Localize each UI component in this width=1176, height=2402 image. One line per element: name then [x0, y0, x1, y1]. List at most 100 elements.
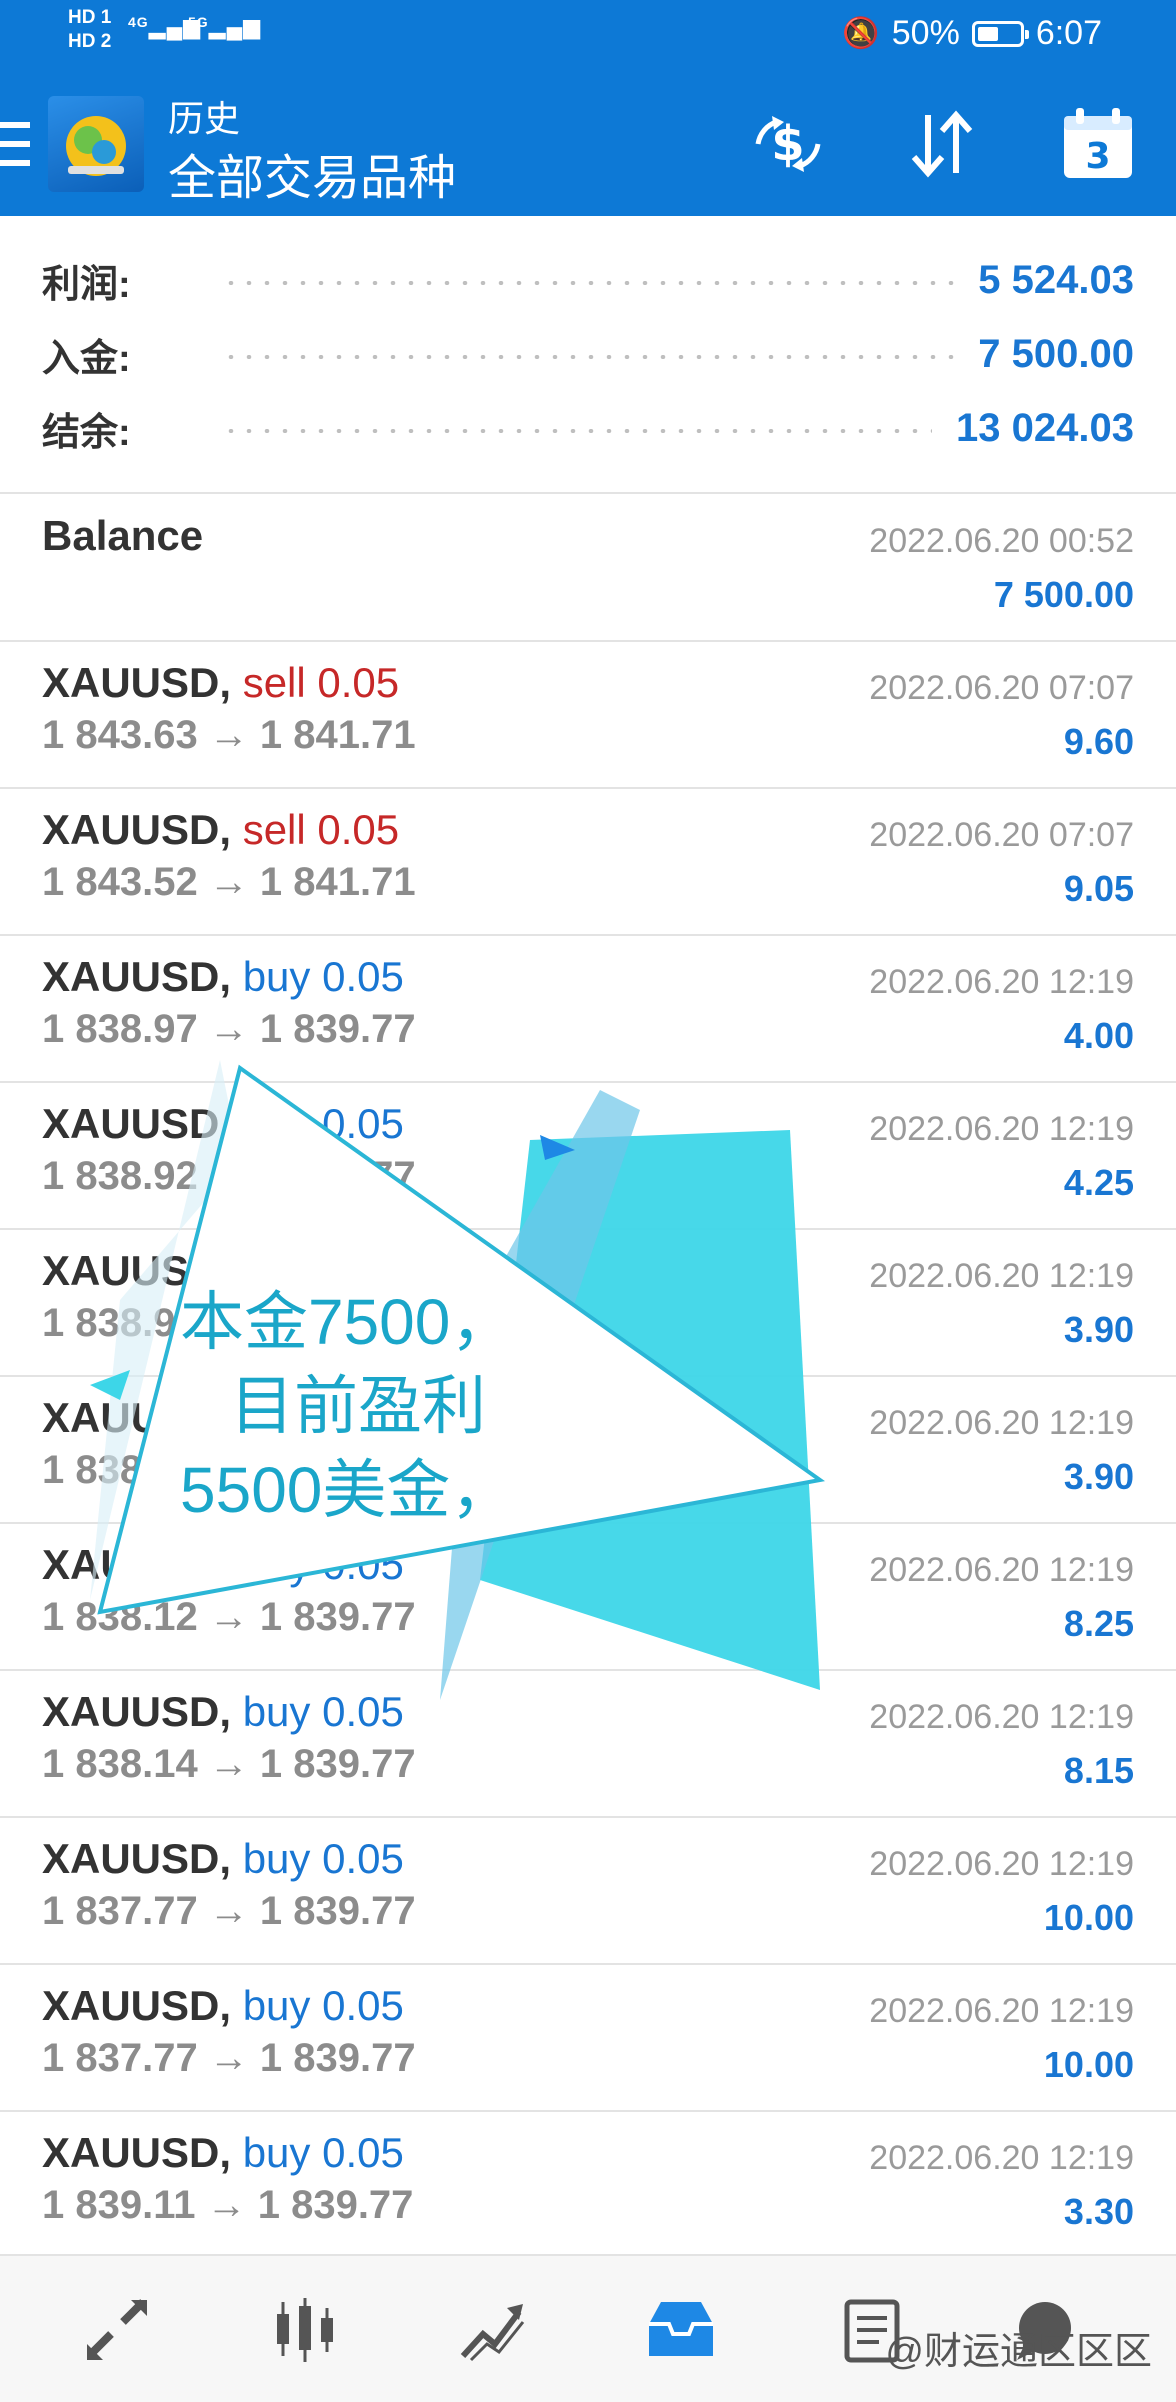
deal-volume: 0.05: [322, 1982, 404, 2029]
deal-symbol: XAUUSD,: [42, 1982, 232, 2029]
deal-row[interactable]: XAUUSD, sell 0.05 1 843.52 → 1 841.71 20…: [0, 788, 1176, 936]
history-icon[interactable]: [636, 2290, 726, 2370]
deal-symbol: XAUUSD,: [42, 1835, 232, 1882]
deal-title: XAUUSD, buy 0.05: [42, 1541, 404, 1589]
deal-side: buy: [242, 1100, 311, 1147]
deal-row[interactable]: XAUUSD, buy 0.05 1 837.77 → 1 839.77 202…: [0, 1817, 1176, 1965]
deal-profit: 10.00: [1043, 2044, 1134, 2085]
deal-symbol: XAUUSD,: [42, 1688, 232, 1735]
chart-icon[interactable]: [260, 2290, 350, 2370]
deal-date: 2022.06.20 12:19: [869, 1404, 1134, 1442]
deal-profit: 9.05: [1063, 868, 1134, 909]
deal-title: XAUUSD, buy 0.05: [42, 953, 404, 1001]
deal-title: XAUUSD, buy 0.05: [42, 1100, 404, 1148]
trade-icon[interactable]: [448, 2290, 538, 2370]
deal-volume: 0.05: [322, 2129, 404, 2176]
promo-line-2: 目前盈利: [230, 1370, 486, 1442]
deal-side: sell: [242, 806, 306, 853]
balance-value: 13 024.03: [956, 405, 1134, 450]
deal-side: buy: [242, 1688, 311, 1735]
deal-row[interactable]: XAUUSD, buy 0.05 1 838.97 → 1 839.77 202…: [0, 935, 1176, 1083]
deal-prices: 1 838.12 → 1 839.77: [42, 1595, 416, 1639]
calendar-icon[interactable]: 3: [1050, 102, 1146, 186]
dots-divider: [222, 281, 955, 285]
deal-prices: 1 838.14 → 1 839.77: [42, 1742, 416, 1786]
deal-prices: 1 838.92 → 1 839.77: [42, 1154, 416, 1198]
promo-line-1: 本金7500，: [180, 1286, 515, 1358]
deal-date: 2022.06.20 00:52: [869, 522, 1134, 560]
status-bar: HD 1 HD 2 4G▂▄▆ 5G▂▄▆ 🔕 50% 6:07: [0, 0, 1176, 72]
deal-side: buy: [242, 1982, 311, 2029]
deal-volume: 0.05: [322, 1100, 404, 1147]
deal-profit: 3.90: [1063, 1456, 1134, 1497]
summary-section: 利润: 5 524.03 入金: 7 500.00 结余: 13 024.03: [0, 216, 1176, 494]
metatrader-logo: [48, 96, 144, 192]
deal-symbol: XAUUSD,: [42, 953, 232, 1000]
deal-date: 2022.06.20 12:19: [869, 1257, 1134, 1295]
deal-prices: 1 843.63 → 1 841.71: [42, 713, 416, 757]
deal-profit: 10.00: [1043, 1897, 1134, 1938]
deal-title: XAUUSD, sell 0.05: [42, 806, 399, 854]
deal-profit: 4.00: [1063, 1015, 1134, 1056]
deal-symbol: Balance: [42, 512, 204, 559]
deal-volume: 0.05: [322, 1688, 404, 1735]
deposit-value: 7 500.00: [978, 331, 1134, 376]
balance-row: 结余: 13 024.03: [42, 398, 1134, 458]
promo-line-3: 5500美金，: [180, 1454, 515, 1526]
deal-symbol: XAUUSD,: [42, 1100, 232, 1147]
symbol-filter[interactable]: 全部交易品种: [168, 138, 456, 208]
deal-profit: 8.15: [1063, 1750, 1134, 1791]
deal-row[interactable]: XAUUSD, buy 0.05 1 838.14 → 1 839.77 202…: [0, 1670, 1176, 1818]
menu-icon[interactable]: [0, 122, 30, 166]
deal-date: 2022.06.20 07:07: [869, 816, 1134, 854]
deal-side: buy: [242, 1835, 311, 1882]
deal-prices: 1 839.11 → 1 839.77: [42, 2183, 414, 2227]
deal-row[interactable]: XAUUSD, buy 0.05 1 839.11 → 1 839.77 202…: [0, 2111, 1176, 2259]
deal-row[interactable]: XAUUSD, buy 0.05 1 838.99 → 1 839.77 202…: [0, 1229, 1176, 1377]
deal-side: sell: [242, 659, 306, 706]
deal-profit: 4.25: [1063, 1162, 1134, 1203]
deal-date: 2022.06.20 12:19: [869, 1845, 1134, 1883]
deal-volume: 0.05: [317, 659, 400, 706]
sim-1-label: HD 1: [68, 7, 112, 28]
deal-row[interactable]: Balance 2022.06.20 00:52 7 500.00: [0, 494, 1176, 642]
battery-fill: [977, 26, 998, 41]
mute-bell-icon: 🔕: [842, 17, 880, 50]
deal-title: Balance: [42, 512, 203, 560]
watermark: @财运通区区区: [885, 2331, 1152, 2373]
deal-row[interactable]: XAUUSD, buy 0.05 1 837.77 → 1 839.77 202…: [0, 1964, 1176, 2112]
currency-exchange-icon[interactable]: $: [740, 102, 836, 186]
sort-icon[interactable]: [894, 102, 990, 186]
deposit-label: 入金:: [42, 337, 131, 380]
quotes-icon[interactable]: [72, 2290, 162, 2370]
deal-symbol: XAUUSD,: [42, 659, 232, 706]
deal-date: 2022.06.20 12:19: [869, 1698, 1134, 1736]
deal-prices: 1 837.77 → 1 839.77: [42, 1889, 416, 1933]
sim-2-label: HD 2: [68, 31, 112, 52]
deal-date: 2022.06.20 12:19: [869, 963, 1134, 1001]
deal-volume: 0.05: [317, 806, 400, 853]
deal-row[interactable]: XAUUSD, sell 0.05 1 843.63 → 1 841.71 20…: [0, 641, 1176, 789]
signal-2-icon: 5G▂▄▆: [188, 14, 262, 39]
deal-title: XAUUSD, buy 0.05: [42, 1835, 404, 1883]
deal-row[interactable]: XAUUSD, buy 0.05 1 838.99 → 1 839.77 202…: [0, 1376, 1176, 1524]
calendar-day: 3: [1085, 136, 1110, 177]
deal-profit: 8.25: [1063, 1603, 1134, 1644]
deal-date: 2022.06.20 07:07: [869, 669, 1134, 707]
deal-profit: 3.90: [1063, 1309, 1134, 1350]
deal-date: 2022.06.20 12:19: [869, 1992, 1134, 2030]
deal-volume: 0.05: [322, 1541, 404, 1588]
deal-row[interactable]: XAUUSD, buy 0.05 1 838.12 → 1 839.77 202…: [0, 1523, 1176, 1671]
battery-icon: [971, 20, 1029, 47]
deal-prices: 1 838.97 → 1 839.77: [42, 1007, 416, 1051]
deal-title: XAUUSD, buy 0.05: [42, 1688, 404, 1736]
sim-labels: HD 1 HD 2: [68, 6, 111, 54]
deal-side: buy: [242, 953, 311, 1000]
deal-profit: 7 500.00: [993, 574, 1134, 615]
deal-row[interactable]: XAUUSD, buy 0.05 1 838.92 → 1 839.77 202…: [0, 1082, 1176, 1230]
deal-prices: 1 843.52 → 1 841.71: [42, 860, 416, 904]
deal-title: XAUUSD, buy 0.05: [42, 1982, 404, 2030]
deal-profit: 3.30: [1063, 2191, 1134, 2232]
deal-title: XAUUSD, sell 0.05: [42, 659, 399, 707]
deal-volume: 0.05: [322, 953, 404, 1000]
